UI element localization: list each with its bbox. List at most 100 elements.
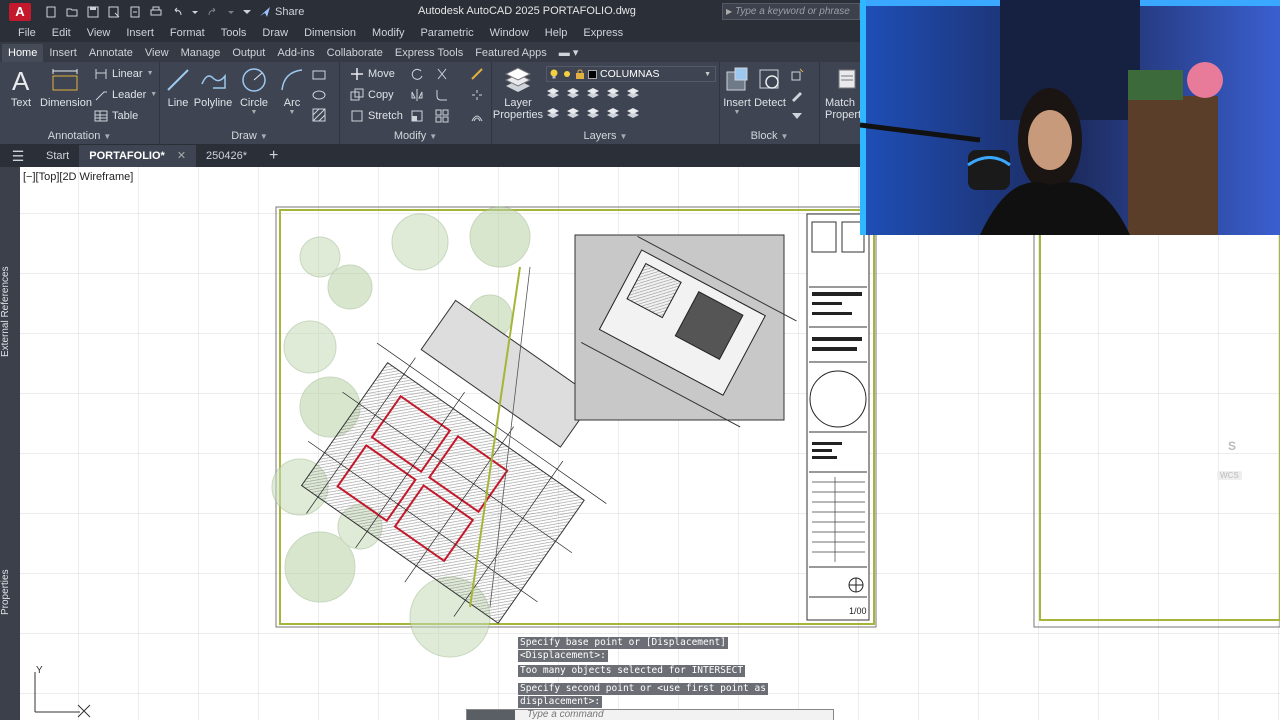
block-attributes-icon[interactable] [790, 108, 804, 122]
tab-output[interactable]: Output [226, 44, 271, 62]
rotate-icon[interactable] [410, 67, 424, 81]
tab-home[interactable]: Home [2, 44, 44, 62]
save-icon[interactable] [87, 6, 99, 18]
lock-icon[interactable] [575, 69, 585, 79]
menu-parametric[interactable]: Parametric [412, 27, 481, 39]
draw-panel-title[interactable]: Draw ▼ [160, 129, 339, 143]
app-logo[interactable]: A [9, 2, 31, 21]
print-icon[interactable] [150, 6, 162, 18]
menu-insert[interactable]: Insert [118, 27, 162, 39]
trim-icon[interactable] [435, 67, 449, 81]
ellipse-icon[interactable] [312, 88, 326, 102]
tab-featured-apps[interactable]: Featured Apps [469, 44, 553, 62]
undo-dropdown-icon[interactable] [192, 6, 198, 18]
layers-panel-title[interactable]: Layers ▼ [492, 129, 719, 143]
leader-button[interactable]: Leader ▼ [94, 86, 157, 104]
detect-button[interactable]: Detect [745, 66, 795, 109]
expand-arrow-icon[interactable]: ▶ [726, 4, 732, 19]
menu-express[interactable]: Express [575, 27, 631, 39]
modify-panel-title[interactable]: Modify ▼ [340, 129, 491, 143]
array-icon[interactable] [435, 109, 449, 123]
save-as-icon[interactable] [108, 6, 120, 18]
layer-unisolate-icon[interactable] [586, 106, 600, 120]
close-tab-icon[interactable]: ✕ [177, 150, 186, 162]
menu-modify[interactable]: Modify [364, 27, 412, 39]
layer-previous-icon[interactable] [566, 106, 580, 120]
arc-button[interactable]: Arc ▼ [267, 66, 317, 116]
menu-edit[interactable]: Edit [44, 27, 79, 39]
menu-dimension[interactable]: Dimension [296, 27, 364, 39]
offset-icon[interactable] [470, 109, 484, 123]
menu-format[interactable]: Format [162, 27, 213, 39]
table-button[interactable]: Table [94, 107, 138, 125]
stretch-button[interactable]: Stretch [350, 107, 403, 125]
redo-dropdown-icon[interactable] [228, 6, 234, 18]
annotation-panel-title[interactable]: Annotation ▼ [0, 129, 159, 143]
layer-isolate-icon[interactable] [566, 86, 580, 100]
linear-dim-button[interactable]: Linear ▼ [94, 65, 154, 83]
tab-add-ins[interactable]: Add-ins [271, 44, 320, 62]
tab-insert[interactable]: Insert [43, 44, 83, 62]
sun-icon[interactable] [562, 69, 572, 79]
external-references-palette[interactable]: External References [0, 257, 20, 367]
command-line-buttons[interactable] [467, 710, 515, 720]
fillet-icon[interactable] [435, 88, 449, 102]
tab-express-tools[interactable]: Express Tools [389, 44, 469, 62]
layer-dropdown[interactable]: COLUMNAS ▼ [546, 66, 716, 82]
hamburger-menu-icon[interactable]: ☰ [0, 148, 36, 165]
redo-icon[interactable] [207, 6, 219, 18]
layer-match-icon[interactable] [546, 106, 560, 120]
command-input[interactable]: Type a command [466, 709, 834, 720]
layer-make-current-icon[interactable] [626, 86, 640, 100]
block-panel-title[interactable]: Block ▼ [720, 129, 819, 143]
layer-thaw-icon[interactable] [606, 106, 620, 120]
new-tab-button[interactable]: + [257, 147, 290, 165]
ribbon-display-toggle-icon[interactable]: ▬ ▾ [553, 44, 585, 62]
dimension-button[interactable]: Dimension [40, 66, 92, 109]
properties-palette[interactable]: Properties [0, 562, 20, 622]
arc-dropdown-icon[interactable]: ▼ [267, 109, 317, 116]
layer-off-icon[interactable] [546, 86, 560, 100]
menu-tools[interactable]: Tools [213, 27, 255, 39]
share-button[interactable]: Share [259, 6, 304, 18]
copy-button[interactable]: Copy [350, 86, 394, 104]
tab-view[interactable]: View [139, 44, 175, 62]
tab-250426[interactable]: 250426* [196, 145, 257, 167]
layer-properties-button[interactable]: Layer Properties [492, 66, 544, 121]
rectangle-icon[interactable] [312, 68, 326, 82]
match-properties-button[interactable]: Match Properti [825, 66, 865, 121]
edit-block-icon[interactable] [790, 88, 804, 102]
wcs-menu[interactable]: WCS [1217, 471, 1242, 480]
tab-manage[interactable]: Manage [175, 44, 227, 62]
mirror-icon[interactable] [410, 88, 424, 102]
web-mobile-icon[interactable] [129, 6, 141, 18]
hatch-icon[interactable] [312, 108, 326, 122]
menu-window[interactable]: Window [482, 27, 537, 39]
tab-annotate[interactable]: Annotate [83, 44, 139, 62]
layer-color-swatch[interactable] [588, 69, 597, 79]
lightbulb-icon[interactable] [549, 69, 559, 79]
menu-draw[interactable]: Draw [254, 27, 296, 39]
tab-collaborate[interactable]: Collaborate [321, 44, 389, 62]
create-block-icon[interactable] [790, 68, 804, 82]
insert-dropdown-icon[interactable]: ▼ [712, 109, 762, 116]
new-file-icon[interactable] [45, 6, 57, 18]
viewcube-compass-south[interactable]: S [1228, 439, 1236, 453]
layer-lock-icon[interactable] [606, 86, 620, 100]
tab-start[interactable]: Start [36, 145, 79, 167]
tab-portafolio[interactable]: PORTAFOLIO* ✕ [79, 145, 197, 167]
menu-help[interactable]: Help [537, 27, 576, 39]
open-folder-icon[interactable] [66, 6, 78, 18]
menu-view[interactable]: View [79, 27, 119, 39]
viewport-controls[interactable]: [−][Top][2D Wireframe] [23, 171, 133, 183]
scale-icon[interactable] [410, 109, 424, 123]
move-button[interactable]: Move [350, 65, 395, 83]
layer-freeze-icon[interactable] [586, 86, 600, 100]
customize-qat-icon[interactable] [243, 6, 251, 18]
undo-icon[interactable] [171, 6, 183, 18]
search-input[interactable]: ▶ Type a keyword or phrase [722, 3, 860, 20]
erase-icon[interactable] [470, 67, 484, 81]
menu-file[interactable]: File [10, 27, 44, 39]
layer-unlock-icon[interactable] [626, 106, 640, 120]
explode-icon[interactable] [470, 88, 484, 102]
